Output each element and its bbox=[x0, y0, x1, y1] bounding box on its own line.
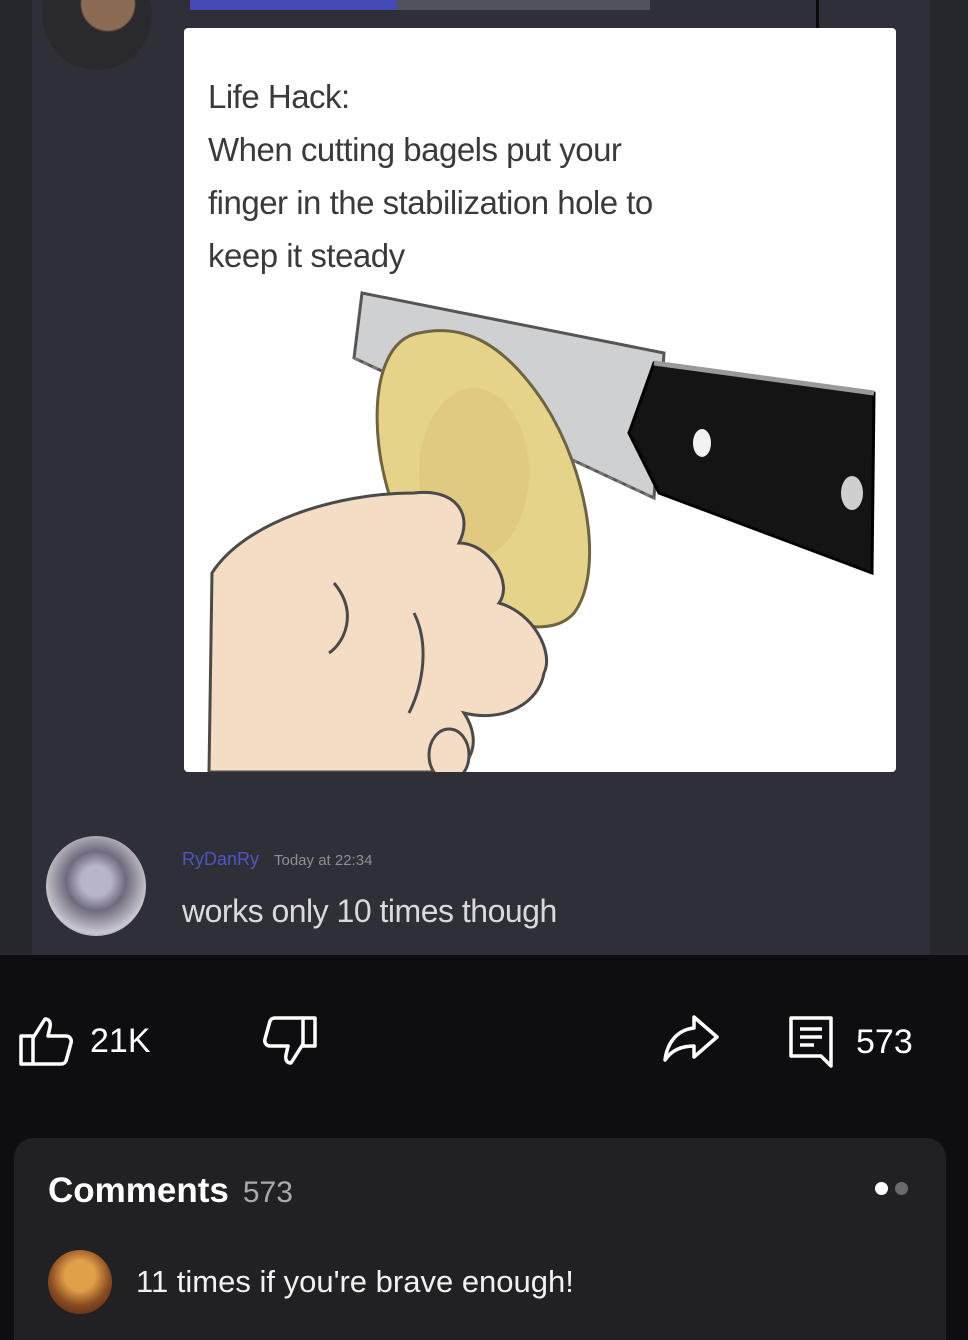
comments-panel[interactable]: Comments 573 11 times if you're brave en… bbox=[14, 1138, 946, 1340]
comments-title: Comments bbox=[48, 1171, 229, 1210]
meme-caption-line: keep it steady bbox=[208, 237, 405, 274]
pager-dots bbox=[875, 1182, 908, 1195]
like-button[interactable]: 21K bbox=[18, 1015, 151, 1067]
meme-caption-line: Life Hack: bbox=[208, 78, 350, 115]
reply-username: RyDanRy bbox=[182, 849, 260, 869]
pager-dot-active bbox=[875, 1182, 888, 1195]
meme-card: Life Hack: When cutting bagels put your … bbox=[184, 28, 896, 772]
comment-text: 11 times if you're brave enough! bbox=[136, 1264, 574, 1299]
comments-header-count: 573 bbox=[242, 1176, 293, 1209]
comments-button[interactable]: 573 bbox=[788, 1015, 913, 1069]
reply-message: works only 10 times though bbox=[182, 893, 557, 929]
post-image: Life Hack: When cutting bagels put your … bbox=[0, 0, 968, 955]
bagel-knife-illustration bbox=[207, 291, 876, 772]
meme-caption: Life Hack: When cutting bagels put your … bbox=[208, 70, 868, 282]
meme-caption-line: When cutting bagels put your bbox=[208, 131, 622, 168]
knife-handle bbox=[627, 361, 876, 576]
author-header-strip bbox=[190, 0, 650, 10]
comments-count: 573 bbox=[856, 1022, 913, 1061]
comments-header: Comments 573 bbox=[48, 1171, 293, 1211]
like-count: 21K bbox=[90, 1021, 151, 1060]
top-comment[interactable]: 11 times if you're brave enough! bbox=[48, 1250, 574, 1314]
thumbs-down-icon bbox=[263, 1016, 317, 1065]
action-bar: 21K 573 bbox=[0, 955, 968, 1115]
reply-timestamp: Today at 22:34 bbox=[274, 852, 373, 869]
meme-caption-line: finger in the stabilization hole to bbox=[208, 184, 653, 221]
thumbs-up-icon bbox=[19, 1017, 73, 1066]
share-button[interactable] bbox=[662, 1013, 720, 1063]
commenter-avatar bbox=[48, 1250, 112, 1314]
reply-avatar bbox=[46, 836, 146, 936]
comments-icon bbox=[789, 1016, 833, 1068]
share-arrow-icon bbox=[663, 1015, 719, 1062]
dislike-button[interactable] bbox=[262, 1015, 318, 1067]
pager-dot-inactive bbox=[895, 1182, 908, 1195]
